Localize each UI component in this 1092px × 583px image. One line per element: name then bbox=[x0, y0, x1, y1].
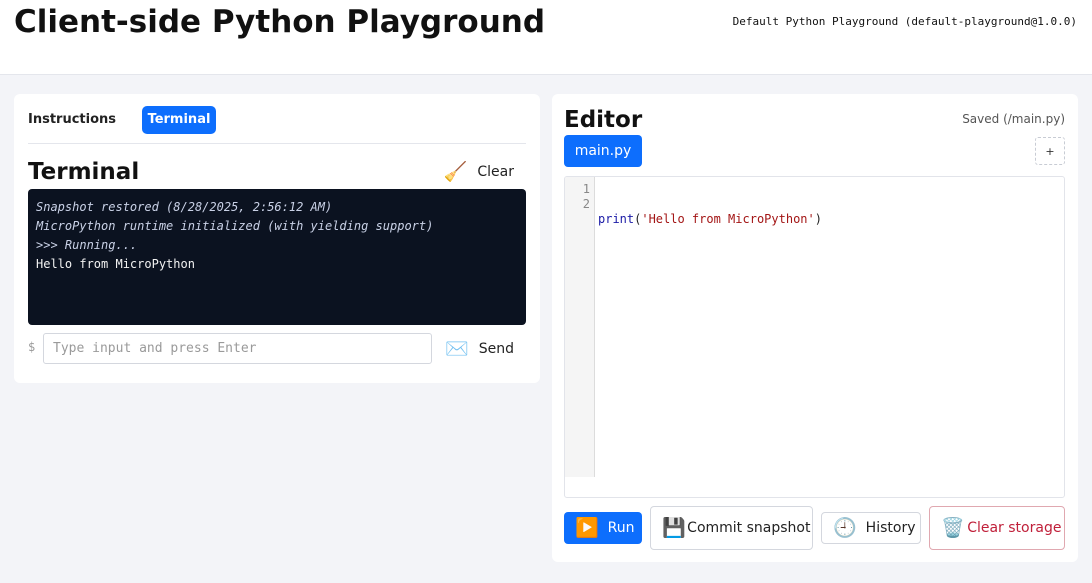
code-lines[interactable]: print('Hello from MicroPython') bbox=[598, 182, 822, 287]
history-label: History bbox=[865, 520, 916, 536]
clear-storage-label: Clear storage bbox=[967, 519, 1062, 536]
floppy-disk-icon: 💾 bbox=[662, 516, 686, 539]
run-button[interactable]: ▶️ Run bbox=[564, 512, 642, 544]
run-label: Run bbox=[607, 520, 635, 536]
code-line: print('Hello from MicroPython') bbox=[598, 212, 822, 227]
envelope-icon: ✉️ bbox=[445, 337, 469, 360]
commit-snapshot-label: Commit snapshot bbox=[687, 519, 811, 536]
tab-instructions[interactable]: Instructions bbox=[28, 106, 116, 134]
page-title: Client-side Python Playground bbox=[14, 4, 546, 40]
clear-terminal-button[interactable]: 🧹 Clear bbox=[444, 160, 514, 184]
clear-storage-button[interactable]: 🗑️ Clear storage bbox=[929, 506, 1065, 550]
trash-icon: 🗑️ bbox=[941, 516, 965, 539]
panel-tabs: Instructions Terminal bbox=[28, 106, 526, 144]
clear-terminal-label: Clear bbox=[477, 164, 514, 180]
terminal-line: >>> Running... bbox=[36, 238, 138, 252]
add-file-button[interactable]: + bbox=[1035, 137, 1065, 165]
clock-icon: 🕘 bbox=[833, 516, 857, 539]
editor-heading: Editor bbox=[564, 107, 643, 133]
line-number: 1 bbox=[582, 182, 590, 196]
file-tab-main-py[interactable]: main.py bbox=[564, 135, 642, 167]
history-button[interactable]: 🕘 History bbox=[821, 512, 921, 544]
playground-config-name: Default Python Playground (default-playg… bbox=[732, 15, 1077, 28]
prompt-sign: $ bbox=[28, 340, 36, 354]
terminal-line: Hello from MicroPython bbox=[36, 257, 195, 271]
play-icon: ▶️ bbox=[575, 516, 599, 539]
saved-status: Saved (/main.py) bbox=[962, 112, 1065, 126]
commit-snapshot-button[interactable]: 💾 Commit snapshot bbox=[650, 506, 813, 550]
terminal-line: MicroPython runtime initialized (with yi… bbox=[36, 219, 434, 233]
code-string: 'Hello from MicroPython' bbox=[641, 212, 815, 226]
left-panel: Instructions Terminal Terminal 🧹 Clear S… bbox=[14, 94, 540, 383]
send-button[interactable]: ✉️ Send bbox=[445, 337, 514, 361]
line-number-gutter: 1 2 bbox=[565, 177, 595, 477]
code-editor[interactable]: 1 2 print('Hello from MicroPython') bbox=[564, 176, 1065, 498]
page-header: Client-side Python Playground Default Py… bbox=[0, 0, 1092, 75]
terminal-line: Snapshot restored (8/28/2025, 2:56:12 AM… bbox=[36, 200, 333, 214]
terminal-output: Snapshot restored (8/28/2025, 2:56:12 AM… bbox=[28, 189, 526, 325]
editor-panel: Editor Saved (/main.py) main.py + 1 2 pr… bbox=[552, 94, 1078, 562]
code-paren-close: ) bbox=[814, 212, 822, 226]
code-function-name: print bbox=[598, 212, 635, 226]
terminal-input[interactable] bbox=[43, 333, 432, 364]
line-number: 2 bbox=[582, 197, 590, 211]
terminal-heading: Terminal bbox=[28, 159, 140, 185]
send-label: Send bbox=[478, 341, 514, 357]
broom-icon: 🧹 bbox=[443, 160, 468, 183]
tab-terminal[interactable]: Terminal bbox=[142, 106, 216, 134]
